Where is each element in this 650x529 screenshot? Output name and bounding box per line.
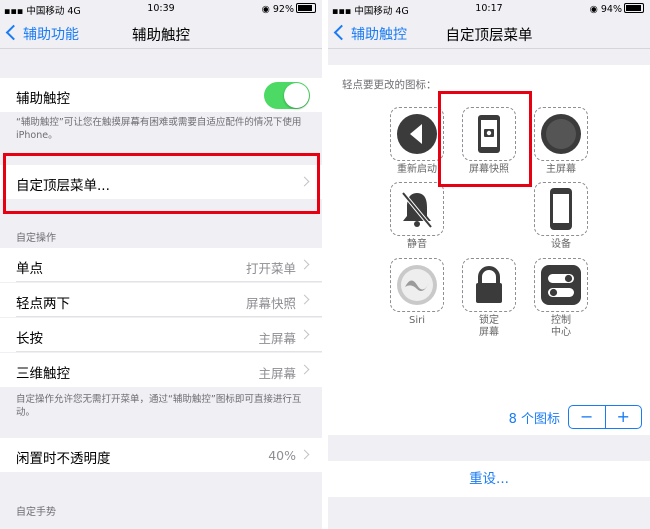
chevron-right-icon xyxy=(299,364,310,375)
row-value: 主屏幕 xyxy=(258,331,296,346)
row-label: 轻点两下 xyxy=(16,296,70,312)
icon-slot-home[interactable] xyxy=(534,107,588,161)
row-value: 主屏幕 xyxy=(258,366,296,381)
section-header-actions: 自定操作 xyxy=(16,233,56,244)
icon-count-stepper: − + xyxy=(568,405,642,429)
assistive-touch-toggle[interactable] xyxy=(264,82,310,109)
icon-label: 控制 中心 xyxy=(551,315,571,338)
back-arrow-icon xyxy=(397,114,437,154)
divider xyxy=(16,316,322,317)
highlight-box xyxy=(3,153,320,214)
siri-icon xyxy=(397,265,437,305)
status-bar: ▪▪▪ 中国移动 4G 10:17 ◉ 94% xyxy=(328,0,650,18)
highlight-box xyxy=(438,91,532,187)
divider xyxy=(16,351,322,352)
icon-label: 设备 xyxy=(551,239,571,250)
page-title: 自定顶层菜单 xyxy=(445,28,533,44)
increase-button[interactable]: + xyxy=(606,406,642,428)
row-value: 40% xyxy=(268,448,296,463)
icon-slot-lock[interactable] xyxy=(462,258,516,312)
muted-bell-icon xyxy=(401,191,433,229)
row-value: 屏幕快照 xyxy=(245,296,296,311)
row-value: 打开菜单 xyxy=(245,261,296,276)
icon-slot-control-center[interactable] xyxy=(534,258,588,312)
toggles-icon xyxy=(541,265,581,305)
iphone-icon xyxy=(550,188,572,230)
chevron-right-icon xyxy=(299,294,310,305)
icon-label: Siri xyxy=(408,315,425,326)
chevron-right-icon xyxy=(299,259,310,270)
section-header-gestures: 自定手势 xyxy=(16,507,56,518)
instruction-text: 轻点要更改的图标： xyxy=(342,79,437,91)
icon-slot-mute[interactable] xyxy=(390,182,444,236)
custom-top-menu-screen: ▪▪▪ 中国移动 4G 10:17 ◉ 94% 辅助触控 自定顶层菜单 轻点要更… xyxy=(328,0,650,529)
assistive-touch-row: 辅助触控 xyxy=(0,78,322,112)
decrease-button[interactable]: − xyxy=(569,406,606,428)
assistive-touch-settings-screen: ▪▪▪ 中国移动 4G 10:39 ◉ 92% 辅助功能 辅助触控 辅助触控 “… xyxy=(0,0,322,529)
divider xyxy=(16,281,322,282)
status-bar: ▪▪▪ 中国移动 4G 10:39 ◉ 92% xyxy=(0,0,322,18)
row-label: 辅助触控 xyxy=(16,91,70,107)
row-label: 三维触控 xyxy=(16,366,70,382)
page-title: 辅助触控 xyxy=(132,28,190,44)
icon-label: 静音 xyxy=(407,239,427,250)
chevron-right-icon xyxy=(299,449,310,460)
action-row-single-tap[interactable]: 单点 打开菜单 xyxy=(0,248,322,282)
row-label: 闲置时不透明度 xyxy=(16,451,111,467)
nav-bar: 辅助触控 自定顶层菜单 xyxy=(328,18,650,48)
icon-count-row: 8 个图标 − + xyxy=(328,397,650,435)
row-label: 长按 xyxy=(16,331,43,347)
battery-icon xyxy=(624,3,644,13)
nav-bar: 辅助功能 辅助触控 xyxy=(0,18,322,48)
icon-slot-device[interactable] xyxy=(534,182,588,236)
icon-count-label: 8 个图标 xyxy=(508,412,560,427)
battery-indicator: ◉ 92% xyxy=(262,3,316,15)
icon-label: 主屏幕 xyxy=(546,164,576,175)
battery-indicator: ◉ 94% xyxy=(590,3,644,15)
icon-slot-restart[interactable] xyxy=(390,107,444,161)
reset-button[interactable]: 重设... xyxy=(469,471,509,487)
action-row-3d-touch[interactable]: 三维触控 主屏幕 xyxy=(0,353,322,387)
action-row-long-press[interactable]: 长按 主屏幕 xyxy=(0,318,322,352)
icon-label: 锁定 屏幕 xyxy=(479,315,499,338)
toggle-footer-text: “辅助触控”可让您在触摸屏幕有困难或需要自适应配件的情况下使用 iPhone。 xyxy=(16,117,302,141)
row-label: 单点 xyxy=(16,261,43,277)
divider xyxy=(328,48,650,49)
reset-row: 重设... xyxy=(328,461,650,497)
home-button-icon xyxy=(541,114,581,154)
actions-footer-text: 自定操作允许您无需打开菜单，通过“辅助触控”图标即可直接进行互动。 xyxy=(16,394,302,418)
lock-icon xyxy=(476,266,502,303)
chevron-right-icon xyxy=(299,329,310,340)
divider xyxy=(0,48,322,49)
action-row-double-tap[interactable]: 轻点两下 屏幕快照 xyxy=(0,283,322,317)
icon-slot-siri[interactable] xyxy=(390,258,444,312)
idle-opacity-row[interactable]: 闲置时不透明度 40% xyxy=(0,438,322,472)
battery-icon xyxy=(296,3,316,13)
